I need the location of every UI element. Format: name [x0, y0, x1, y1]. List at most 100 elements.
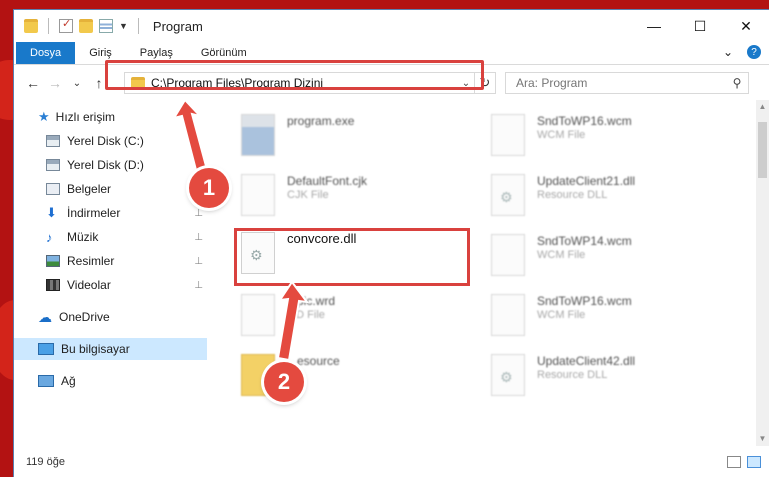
file-item-defaultfont[interactable]: DefaultFont.cjk CJK File: [241, 174, 367, 216]
computer-icon: [38, 343, 54, 355]
file-type: CJK File: [287, 189, 329, 201]
file-name: UpdateClient21.dll: [537, 174, 636, 188]
sidebar-item-downloads[interactable]: ⬇ İndirmeler ⊥: [14, 202, 207, 224]
sidebar-item-label: Bu bilgisayar: [61, 342, 130, 356]
file-type: Resource DLL: [537, 189, 608, 201]
sidebar-item-network[interactable]: Ağ: [14, 370, 207, 392]
cloud-icon: ☁: [38, 308, 52, 325]
file-name: UpdateClient42.dll: [537, 354, 636, 368]
music-icon: ♪: [46, 229, 53, 245]
tab-file[interactable]: Dosya: [16, 42, 76, 64]
star-icon: ★: [38, 109, 50, 124]
divider: [137, 18, 139, 34]
convcore-highlight: [234, 228, 470, 286]
sidebar-item-label: Ağ: [61, 374, 76, 388]
file-type: Resource DLL: [537, 369, 608, 381]
file-type: WCM File: [537, 309, 586, 321]
sidebar-item-pictures[interactable]: Resimler ⊥: [14, 250, 207, 272]
sidebar-item-label: Yerel Disk (D:): [67, 158, 144, 172]
recent-locations-chevron-icon[interactable]: ⌄: [66, 78, 88, 89]
file-item-sndtowp16-1[interactable]: SndToWP16.wcm WCM File: [491, 114, 632, 156]
pin-icon[interactable]: ⊥: [194, 208, 203, 219]
pin-icon[interactable]: ⊥: [194, 256, 203, 267]
file-name: DefaultFont.cjk: [287, 174, 368, 188]
file-icon: [491, 234, 525, 276]
pin-icon[interactable]: ⊥: [194, 280, 203, 291]
window-controls: — ☐ ✕: [631, 10, 769, 42]
pin-icon[interactable]: ⊥: [194, 232, 203, 243]
sidebar-item-local-disk-d[interactable]: Yerel Disk (D:): [14, 154, 207, 176]
window-title: Program: [152, 18, 203, 34]
sidebar-item-onedrive[interactable]: ☁ OneDrive: [14, 306, 207, 328]
search-box[interactable]: ⚲: [505, 72, 749, 94]
file-name: SndToWP16.wcm: [537, 114, 632, 128]
close-button[interactable]: ✕: [723, 10, 769, 42]
sidebar-item-label: Resimler: [67, 254, 115, 268]
file-icon: [241, 294, 275, 336]
dll-gear-icon: [491, 354, 525, 396]
ribbon-right-controls: ⌄ ?: [723, 45, 761, 59]
sidebar-item-quick-access[interactable]: ★ Hızlı erişim: [14, 106, 207, 128]
file-item-sndtowp14[interactable]: SndToWP14.wcm WCM File: [491, 234, 632, 276]
drive-icon: [46, 159, 60, 171]
folder-icon: [24, 19, 38, 33]
file-name: program.exe: [287, 114, 355, 128]
minimize-button[interactable]: —: [631, 10, 677, 42]
file-item-updateclient21[interactable]: UpdateClient21.dll Resource DLL: [491, 174, 635, 216]
executable-icon: [241, 114, 275, 156]
sidebar-item-label: Hızlı erişim: [55, 110, 115, 124]
pictures-icon: [46, 255, 60, 267]
sidebar-item-label: Müzik: [67, 230, 99, 244]
sidebar-item-this-pc[interactable]: Bu bilgisayar: [14, 338, 207, 360]
maximize-button[interactable]: ☐: [677, 10, 723, 42]
view-properties-icon[interactable]: [99, 19, 113, 33]
customize-toolbar-chevron-icon[interactable]: ▼: [119, 21, 128, 31]
properties-check-icon[interactable]: [59, 17, 73, 33]
sidebar-item-label: Yerel Disk (C:): [67, 134, 144, 148]
file-item-wrd[interactable]: ...pic.wrd ...D File: [241, 294, 335, 336]
scroll-up-icon[interactable]: ▲: [756, 100, 769, 114]
new-folder-icon[interactable]: [79, 19, 93, 33]
sidebar-item-local-disk-c[interactable]: Yerel Disk (C:): [14, 130, 207, 152]
scroll-down-icon[interactable]: ▼: [756, 432, 769, 446]
item-count: 119 öğe: [26, 455, 65, 468]
sidebar-item-videos[interactable]: Videolar ⊥: [14, 274, 207, 296]
status-bar: 119 öğe: [14, 446, 769, 477]
title-bar: ▼ Program — ☐ ✕: [14, 10, 769, 42]
vertical-scrollbar[interactable]: ▲ ▼: [756, 100, 769, 446]
back-button[interactable]: ←: [22, 75, 44, 91]
step-1-badge: 1: [189, 168, 229, 208]
file-item-sndtowp16-2[interactable]: SndToWP16.wcm WCM File: [491, 294, 632, 336]
details-view-icon[interactable]: [727, 455, 741, 468]
drive-icon: [46, 135, 60, 147]
file-icon: [491, 114, 525, 156]
search-input[interactable]: [514, 75, 726, 91]
quick-access-toolbar: ▼: [14, 17, 143, 34]
file-type: WCM File: [537, 129, 586, 141]
help-icon[interactable]: ?: [747, 45, 761, 59]
file-item-updateclient42[interactable]: UpdateClient42.dll Resource DLL: [491, 354, 635, 396]
file-type: WCM File: [537, 249, 586, 261]
file-item-program-exe[interactable]: program.exe: [241, 114, 354, 156]
search-icon[interactable]: ⚲: [726, 76, 748, 90]
videos-icon: [46, 279, 60, 291]
navigation-pane: ★ Hızlı erişim Yerel Disk (C:) Yerel Dis…: [14, 100, 207, 446]
sidebar-item-label: Belgeler: [67, 182, 112, 196]
file-name: ...pic.wrd: [287, 294, 336, 308]
expand-ribbon-chevron-icon[interactable]: ⌄: [723, 45, 733, 59]
sidebar-item-label: İndirmeler: [67, 206, 121, 220]
sidebar-item-label: OneDrive: [59, 310, 110, 324]
file-name: SndToWP16.wcm: [537, 294, 632, 308]
sidebar-item-documents[interactable]: Belgeler: [14, 178, 207, 200]
large-icons-view-icon[interactable]: [747, 455, 761, 468]
step-2-badge: 2: [264, 362, 304, 402]
file-icon: [491, 294, 525, 336]
documents-icon: [46, 183, 60, 195]
file-name: SndToWP14.wcm: [537, 234, 632, 248]
address-bar-highlight: [105, 60, 484, 90]
sidebar-item-music[interactable]: ♪ Müzik ⊥: [14, 226, 207, 248]
forward-button[interactable]: →: [44, 75, 66, 91]
divider: [48, 18, 49, 34]
scrollbar-thumb[interactable]: [758, 122, 767, 178]
file-icon: [241, 174, 275, 216]
